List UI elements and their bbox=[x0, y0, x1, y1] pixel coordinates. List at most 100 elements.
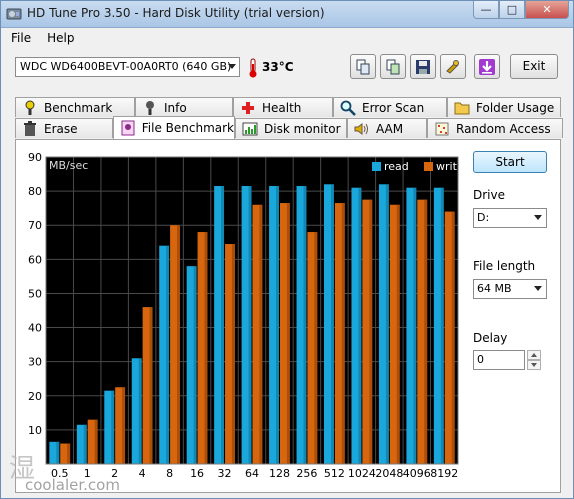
random-access-icon bbox=[434, 121, 450, 137]
x-tick-label: 16 bbox=[190, 467, 204, 480]
y-tick-label: 50 bbox=[28, 287, 42, 300]
options-button[interactable] bbox=[440, 54, 466, 79]
stepper-up-button[interactable] bbox=[527, 350, 541, 360]
exit-button[interactable]: Exit bbox=[510, 54, 558, 79]
read-bar-shade bbox=[330, 184, 334, 464]
y-tick-label: 70 bbox=[28, 219, 42, 232]
chevron-down-icon bbox=[534, 286, 542, 291]
chevron-down-icon bbox=[228, 64, 236, 69]
write-bar-shade bbox=[286, 203, 290, 465]
read-bar-shade bbox=[276, 185, 279, 464]
close-button[interactable]: ✕ bbox=[525, 1, 569, 19]
read-bar-shade bbox=[166, 245, 170, 464]
write-bar-shade bbox=[424, 199, 428, 464]
x-tick-label: 1024 bbox=[348, 467, 376, 480]
app-icon bbox=[6, 8, 22, 20]
temperature-value: 33 bbox=[262, 60, 279, 74]
drive-select-value: WDC WD6400BEVT-00A0RT0 (640 GB) bbox=[20, 60, 232, 73]
tab-label: Health bbox=[262, 100, 302, 115]
start-button[interactable]: Start bbox=[473, 151, 547, 173]
copy-screenshot-icon bbox=[386, 59, 400, 74]
x-tick-label: 8 bbox=[166, 467, 173, 480]
stepper-down-button[interactable] bbox=[527, 360, 541, 370]
maximize-button[interactable]: □ bbox=[499, 1, 525, 19]
tab-aam[interactable]: AAM bbox=[347, 118, 427, 138]
read-bar-shade bbox=[440, 187, 444, 464]
y-tick-label: 30 bbox=[28, 356, 42, 369]
minimize-icon: — bbox=[480, 3, 492, 16]
tab-label: Info bbox=[164, 100, 187, 115]
maximize-icon: □ bbox=[506, 3, 518, 16]
y-tick-label: 60 bbox=[28, 253, 42, 266]
read-bar-shade bbox=[248, 185, 252, 464]
delay-label: Delay bbox=[473, 331, 508, 345]
write-bar-shade bbox=[177, 225, 180, 464]
write-bar-shade bbox=[396, 204, 400, 464]
chevron-down-icon bbox=[534, 215, 542, 220]
file-length-select[interactable]: 64 MB bbox=[473, 279, 547, 299]
save-icon bbox=[416, 59, 430, 74]
tab-folder-usage[interactable]: Folder Usage bbox=[447, 97, 561, 117]
benchmark-icon bbox=[22, 100, 38, 116]
download-button[interactable] bbox=[474, 54, 500, 79]
tab-health[interactable]: Health bbox=[233, 97, 333, 117]
write-bar-shade bbox=[341, 203, 345, 465]
window-title: HD Tune Pro 3.50 - Hard Disk Utility (tr… bbox=[27, 6, 325, 20]
write-bar-shade bbox=[451, 211, 455, 464]
toolbar: WDC WD6400BEVT-00A0RT0 (640 GB) 33°C Exi… bbox=[1, 49, 573, 89]
tab-label: Error Scan bbox=[362, 100, 425, 115]
minimize-button[interactable]: — bbox=[473, 1, 499, 19]
tab-label: Benchmark bbox=[44, 100, 113, 115]
legend-label-read: read bbox=[384, 160, 409, 173]
delay-input[interactable]: 0 bbox=[473, 350, 525, 370]
x-tick-label: 512 bbox=[324, 467, 345, 480]
drive-select[interactable]: WDC WD6400BEVT-00A0RT0 (640 GB) bbox=[15, 57, 240, 77]
x-tick-label: 256 bbox=[296, 467, 317, 480]
x-tick-label: 4096 bbox=[403, 467, 431, 480]
tab-label: Folder Usage bbox=[476, 100, 555, 115]
x-tick-label: 64 bbox=[245, 467, 259, 480]
drive-letter-value: D: bbox=[477, 211, 490, 224]
write-bar-shade bbox=[259, 204, 263, 464]
copy-info-icon bbox=[356, 59, 370, 74]
read-bar-shade bbox=[303, 185, 307, 464]
menu-bar: File Help bbox=[1, 28, 573, 48]
x-tick-label: 128 bbox=[269, 467, 290, 480]
copy-screenshot-button[interactable] bbox=[380, 54, 406, 79]
file-length-value: 64 MB bbox=[477, 282, 512, 295]
tab-erase[interactable]: Erase bbox=[15, 118, 113, 138]
read-bar-shade bbox=[193, 266, 197, 464]
disk-monitor-icon bbox=[242, 121, 258, 137]
legend-label-write: write bbox=[436, 160, 464, 173]
tab-label: File Benchmark bbox=[141, 121, 234, 135]
legend-swatch-write bbox=[424, 162, 433, 171]
copy-info-button[interactable] bbox=[350, 54, 376, 79]
health-icon bbox=[240, 100, 256, 116]
drive-label: Drive bbox=[473, 188, 505, 202]
tab-error-scan[interactable]: Error Scan bbox=[333, 97, 447, 117]
read-bar-shade bbox=[385, 184, 389, 464]
tab-disk-monitor[interactable]: Disk monitor bbox=[235, 118, 347, 138]
close-icon: ✕ bbox=[542, 3, 552, 16]
tab-info[interactable]: Info bbox=[135, 97, 233, 117]
tab-file-benchmark[interactable]: File Benchmark bbox=[113, 116, 235, 139]
read-bar-shade bbox=[358, 187, 362, 464]
save-button[interactable] bbox=[410, 54, 436, 79]
menu-help[interactable]: Help bbox=[37, 28, 80, 48]
title-bar[interactable]: HD Tune Pro 3.50 - Hard Disk Utility (tr… bbox=[1, 1, 573, 28]
write-bar-shade bbox=[231, 243, 235, 464]
drive-letter-select[interactable]: D: bbox=[473, 208, 547, 228]
tab-benchmark[interactable]: Benchmark bbox=[15, 97, 135, 117]
temperature-readout: 33°C bbox=[262, 60, 294, 74]
y-tick-label: 90 bbox=[28, 151, 42, 164]
y-axis-label: MB/sec bbox=[49, 159, 88, 172]
y-tick-label: 40 bbox=[28, 322, 42, 335]
watermark: 湿 coolaler.com bbox=[9, 454, 120, 494]
menu-file[interactable]: File bbox=[1, 28, 37, 48]
delay-stepper[interactable] bbox=[527, 350, 541, 370]
write-bar-shade bbox=[314, 232, 318, 464]
x-tick-label: 32 bbox=[218, 467, 232, 480]
tab-random-access[interactable]: Random Access bbox=[427, 118, 563, 138]
y-tick-label: 80 bbox=[28, 185, 42, 198]
window-controls: — □ ✕ bbox=[473, 1, 569, 21]
